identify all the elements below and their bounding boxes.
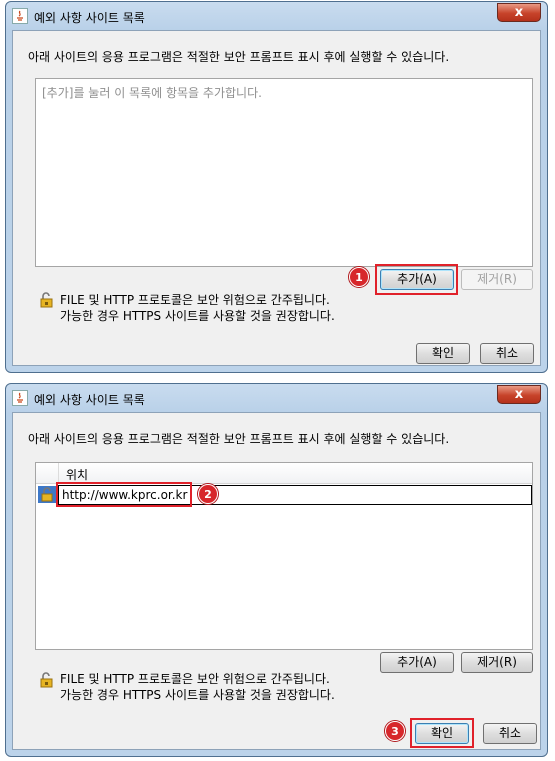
list-placeholder: [추가]를 눌러 이 목록에 항목을 추가합니다. bbox=[42, 86, 262, 100]
ok-button[interactable]: 확인 bbox=[416, 343, 470, 364]
header-location: 위치 bbox=[66, 468, 89, 482]
description-text: 아래 사이트의 응용 프로그램은 적절한 보안 프롬프트 표시 후에 실행할 수… bbox=[28, 50, 450, 64]
lock-icon bbox=[38, 486, 56, 503]
remove-button[interactable]: 제거(R) bbox=[461, 652, 533, 673]
dialog-body: 아래 사이트의 응용 프로그램은 적절한 보안 프롬프트 표시 후에 실행할 수… bbox=[12, 412, 541, 750]
dialog-exception-site-list-2: 예외 사항 사이트 목록 x 아래 사이트의 응용 프로그램은 적절한 보안 프… bbox=[5, 383, 548, 757]
dialog-body: 아래 사이트의 응용 프로그램은 적절한 보안 프롬프트 표시 후에 실행할 수… bbox=[12, 30, 541, 366]
window-title: 예외 사항 사이트 목록 bbox=[34, 393, 145, 407]
highlight-box-add bbox=[375, 264, 458, 295]
cancel-button[interactable]: 취소 bbox=[480, 343, 534, 364]
info-line-1: FILE 및 HTTP 프로토콜은 보안 위험으로 간주됩니다. bbox=[60, 293, 330, 307]
description-text: 아래 사이트의 응용 프로그램은 적절한 보안 프롬프트 표시 후에 실행할 수… bbox=[28, 432, 450, 446]
close-icon: x bbox=[514, 387, 524, 402]
step-badge-3: 3 bbox=[385, 721, 405, 741]
highlight-box-ok bbox=[410, 718, 474, 748]
highlight-box-url bbox=[56, 482, 192, 507]
step-badge-1: 1 bbox=[349, 267, 369, 287]
java-icon bbox=[12, 8, 28, 24]
unlock-warning-icon bbox=[39, 672, 55, 688]
info-line-2: 가능한 경우 HTTPS 사이트를 사용할 것을 권장합니다. bbox=[60, 309, 335, 323]
close-icon: x bbox=[514, 5, 524, 20]
close-button[interactable]: x bbox=[497, 3, 541, 22]
step-badge-2: 2 bbox=[198, 484, 218, 504]
java-icon bbox=[12, 390, 28, 406]
info-line-2: 가능한 경우 HTTPS 사이트를 사용할 것을 권장합니다. bbox=[60, 688, 335, 702]
remove-button[interactable]: 제거(R) bbox=[461, 269, 533, 290]
add-button[interactable]: 추가(A) bbox=[380, 652, 454, 673]
info-line-1: FILE 및 HTTP 프로토콜은 보안 위험으로 간주됩니다. bbox=[60, 672, 330, 686]
cancel-button[interactable]: 취소 bbox=[483, 723, 537, 744]
close-button[interactable]: x bbox=[497, 385, 541, 404]
title-bar[interactable]: 예외 사항 사이트 목록 x bbox=[6, 2, 547, 30]
table-header: 위치 bbox=[36, 463, 532, 484]
title-bar[interactable]: 예외 사항 사이트 목록 x bbox=[6, 384, 547, 412]
exception-site-list[interactable]: [추가]를 눌러 이 목록에 항목을 추가합니다. bbox=[35, 78, 533, 267]
window-title: 예외 사항 사이트 목록 bbox=[34, 11, 145, 25]
unlock-warning-icon bbox=[39, 292, 55, 308]
dialog-exception-site-list-1: 예외 사항 사이트 목록 x 아래 사이트의 응용 프로그램은 적절한 보안 프… bbox=[5, 1, 548, 373]
header-icon-column bbox=[36, 463, 59, 483]
